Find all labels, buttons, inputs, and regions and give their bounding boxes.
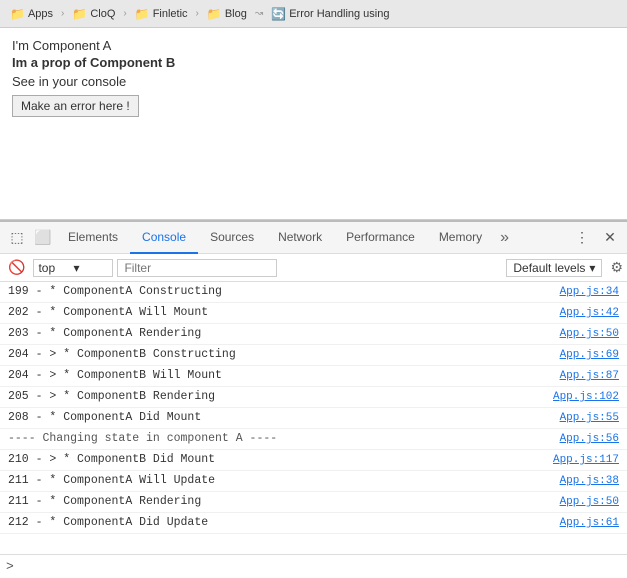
tab-error-handling[interactable]: 🔄 Error Handling using [265,5,395,23]
log-row: 212 - * ComponentA Did Update App.js:61 [0,513,627,534]
inspect-element-icon[interactable]: ⬚ [4,225,30,251]
log-levels-selector[interactable]: Default levels ▾ [506,259,602,277]
tab-finletic[interactable]: 📁 Finletic [129,5,194,23]
console-log-area: 199 - * ComponentA Constructing App.js:3… [0,282,627,554]
folder-icon-3: 📁 [135,7,150,21]
refresh-icon: 🔄 [271,7,286,21]
context-selector[interactable]: top ▾ [33,259,113,277]
more-tabs-icon[interactable]: » [494,229,515,247]
log-text: 211 - * ComponentA Will Update [8,472,560,490]
tab-memory[interactable]: Memory [427,222,494,254]
log-text: 205 - > * ComponentB Rendering [8,388,553,406]
make-error-button[interactable]: Make an error here ! [12,95,139,117]
log-ref[interactable]: App.js:34 [560,283,619,301]
log-row: 210 - > * ComponentB Did Mount App.js:11… [0,450,627,471]
log-text: 202 - * ComponentA Will Mount [8,304,560,322]
log-ref[interactable]: App.js:61 [560,514,619,532]
log-text: 203 - * ComponentA Rendering [8,325,560,343]
log-ref[interactable]: App.js:50 [560,325,619,343]
tab-blog-label: Blog [225,8,247,20]
tab-performance[interactable]: Performance [334,222,427,254]
devtools-menu-icon[interactable]: ⋮ [569,225,595,251]
folder-icon: 📁 [10,7,25,21]
component-a-text: I'm Component A [12,38,615,53]
tab-blog[interactable]: 📁 Blog [201,5,253,23]
context-dropdown-icon: ▾ [73,261,108,275]
log-ref[interactable]: App.js:87 [560,367,619,385]
log-text: 208 - * ComponentA Did Mount [8,409,560,427]
folder-icon-4: 📁 [207,7,222,21]
tab-separator-3: › [196,8,199,19]
log-row: 199 - * ComponentA Constructing App.js:3… [0,282,627,303]
log-ref[interactable]: App.js:102 [553,388,619,406]
log-ref[interactable]: App.js:56 [560,430,619,448]
component-b-prop-text: Im a prop of Component B [12,55,615,70]
tab-separator-4: ↝ [255,8,263,19]
console-prompt-icon: > [6,559,14,574]
log-row: 208 - * ComponentA Did Mount App.js:55 [0,408,627,429]
log-ref[interactable]: App.js:50 [560,493,619,511]
tab-apps[interactable]: 📁 Apps [4,5,59,23]
log-ref[interactable]: App.js:38 [560,472,619,490]
devtools-panel: ⬚ ⬜ Elements Console Sources Network Per… [0,220,627,578]
devtools-close-area: ⋮ ✕ [569,225,623,251]
tab-sources[interactable]: Sources [198,222,266,254]
log-row: 205 - > * ComponentB Rendering App.js:10… [0,387,627,408]
log-row: 211 - * ComponentA Rendering App.js:50 [0,492,627,513]
levels-dropdown-icon: ▾ [589,261,595,275]
tab-separator-1: › [61,8,64,19]
log-text: 212 - * ComponentA Did Update [8,514,560,532]
log-ref[interactable]: App.js:69 [560,346,619,364]
log-ref[interactable]: App.js:117 [553,451,619,469]
log-row-separator: ---- Changing state in component A ---- … [0,429,627,450]
levels-label: Default levels [513,261,585,275]
devtools-close-icon[interactable]: ✕ [597,225,623,251]
console-settings-icon[interactable]: ⚙ [610,259,623,276]
tab-finletic-label: Finletic [153,8,188,20]
tab-separator-2: › [123,8,126,19]
tab-elements[interactable]: Elements [56,222,130,254]
console-input[interactable] [18,560,621,574]
clear-console-icon[interactable]: 🚫 [4,259,29,276]
browser-tab-bar: 📁 Apps › 📁 CloQ › 📁 Finletic › 📁 Blog ↝ … [0,0,627,28]
tab-network[interactable]: Network [266,222,334,254]
log-text: 210 - > * ComponentB Did Mount [8,451,553,469]
tab-cloq[interactable]: 📁 CloQ [66,5,121,23]
log-ref[interactable]: App.js:55 [560,409,619,427]
context-value: top [38,261,73,275]
tab-console[interactable]: Console [130,222,198,254]
log-text: 211 - * ComponentA Rendering [8,493,560,511]
log-ref[interactable]: App.js:42 [560,304,619,322]
folder-icon-2: 📁 [72,7,87,21]
log-row: 204 - > * ComponentB Will Mount App.js:8… [0,366,627,387]
console-input-bar: > [0,554,627,578]
log-text: ---- Changing state in component A ---- [8,430,560,448]
page-content-area: I'm Component A Im a prop of Component B… [0,28,627,220]
log-row: 211 - * ComponentA Will Update App.js:38 [0,471,627,492]
device-toggle-icon[interactable]: ⬜ [30,225,56,251]
log-text: 204 - > * ComponentB Will Mount [8,367,560,385]
log-row: 204 - > * ComponentB Constructing App.js… [0,345,627,366]
tab-cloq-label: CloQ [90,8,115,20]
log-text: 199 - * ComponentA Constructing [8,283,560,301]
filter-input[interactable] [117,259,277,277]
devtools-toolbar: ⬚ ⬜ Elements Console Sources Network Per… [0,222,627,254]
tab-apps-label: Apps [28,8,53,20]
tab-error-label: Error Handling using [289,8,389,20]
log-row: 203 - * ComponentA Rendering App.js:50 [0,324,627,345]
devtools-filter-bar: 🚫 top ▾ Default levels ▾ ⚙ [0,254,627,282]
log-text: 204 - > * ComponentB Constructing [8,346,560,364]
see-console-text: See in your console [12,74,615,89]
log-row: 202 - * ComponentA Will Mount App.js:42 [0,303,627,324]
